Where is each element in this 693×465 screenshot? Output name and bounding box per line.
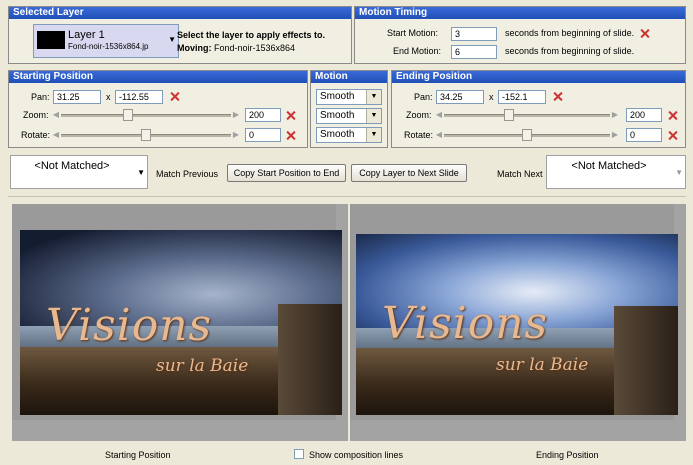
match-next-dropdown[interactable]: <Not Matched> ▼ — [546, 155, 686, 189]
ending-position-panel: Ending Position Pan: 34.25 x -152.1 Zoom… — [391, 70, 686, 148]
layer-name: Layer 1 — [68, 29, 105, 41]
start-preview-image: Visions sur la Baie — [20, 230, 342, 415]
match-previous-dropdown[interactable]: <Not Matched> ▼ — [10, 155, 148, 189]
slider-left-arrow-icon[interactable]: ◀ — [434, 129, 444, 141]
end-preview-image: Visions sur la Baie — [356, 234, 678, 415]
start-zoom-input[interactable]: 200 — [245, 108, 281, 122]
show-composition-lines-checkbox[interactable] — [294, 449, 304, 459]
moving-value: Fond-noir-1536x864 — [214, 43, 296, 53]
start-pan-separator: x — [106, 92, 111, 102]
end-rotate-label: Rotate: — [404, 130, 434, 140]
end-motion-suffix: seconds from beginning of slide. — [505, 46, 635, 56]
start-rotate-thumb[interactable] — [141, 129, 151, 141]
slider-left-arrow-icon[interactable]: ◀ — [51, 129, 61, 141]
moving-label: Moving: — [177, 43, 212, 53]
start-rotate-slider[interactable]: ◀ ▶ — [51, 129, 241, 141]
end-rotate-thumb[interactable] — [522, 129, 532, 141]
end-pan-y-input[interactable]: -152.1 — [498, 90, 546, 104]
show-composition-lines-label[interactable]: Show composition lines — [309, 450, 403, 460]
end-zoom-thumb[interactable] — [504, 109, 514, 121]
pan-motion-value: Smooth — [320, 91, 355, 102]
end-pan-label: Pan: — [414, 92, 433, 102]
reset-start-pan-icon[interactable] — [169, 91, 180, 102]
start-pan-y-input[interactable]: -112.55 — [115, 90, 163, 104]
reset-end-pan-icon[interactable] — [552, 91, 563, 102]
selected-layer-title: Selected Layer — [9, 7, 351, 19]
start-pan-label: Pan: — [31, 92, 50, 102]
start-zoom-label: Zoom: — [23, 110, 49, 120]
motion-panel: Motion Smooth ▼ Smooth ▼ Smooth ▼ — [310, 70, 388, 148]
starting-position-caption: Starting Position — [105, 450, 171, 460]
start-position-preview[interactable]: Visions sur la Baie — [12, 204, 348, 441]
slider-left-arrow-icon[interactable]: ◀ — [51, 109, 61, 121]
start-pan-x-input[interactable]: 31.25 — [53, 90, 101, 104]
selected-layer-panel: Selected Layer Layer 1 Fond-noir-1536x86… — [8, 6, 352, 64]
motion-title: Motion — [311, 71, 387, 83]
start-zoom-track — [61, 114, 231, 117]
end-zoom-track — [444, 114, 610, 117]
end-zoom-label: Zoom: — [406, 110, 432, 120]
motion-timing-title: Motion Timing — [355, 7, 685, 19]
match-next-value: <Not Matched> — [571, 160, 647, 172]
zoom-motion-value: Smooth — [320, 110, 355, 121]
chevron-down-icon[interactable]: ▼ — [366, 128, 381, 142]
start-zoom-thumb[interactable] — [123, 109, 133, 121]
end-rotate-slider[interactable]: ◀ ▶ — [434, 129, 620, 141]
slide-title-main: Visions — [46, 300, 213, 351]
slide-title-sub: sur la Baie — [156, 356, 249, 376]
fort — [613, 306, 678, 415]
reset-start-zoom-icon[interactable] — [285, 110, 296, 121]
slider-right-arrow-icon[interactable]: ▶ — [610, 129, 620, 141]
zoom-motion-select[interactable]: Smooth ▼ — [316, 108, 382, 124]
end-position-preview[interactable]: Visions sur la Baie — [350, 204, 686, 441]
slider-right-arrow-icon[interactable]: ▶ — [231, 129, 241, 141]
chevron-down-icon[interactable]: ▼ — [168, 35, 176, 44]
reset-start-rotate-icon[interactable] — [285, 130, 296, 141]
fort — [277, 304, 342, 415]
chevron-down-icon[interactable]: ▼ — [137, 168, 145, 177]
match-next-label: Match Next — [497, 169, 543, 179]
end-pan-separator: x — [489, 92, 494, 102]
end-motion-input[interactable]: 6 — [451, 45, 497, 59]
copy-layer-to-next-slide-button[interactable]: Copy Layer to Next Slide — [351, 164, 467, 182]
slider-right-arrow-icon[interactable]: ▶ — [231, 109, 241, 121]
copy-start-to-end-button[interactable]: Copy Start Position to End — [227, 164, 346, 182]
rotate-motion-select[interactable]: Smooth ▼ — [316, 127, 382, 143]
start-zoom-slider[interactable]: ◀ ▶ — [51, 109, 241, 121]
match-previous-label: Match Previous — [156, 169, 219, 179]
start-rotate-label: Rotate: — [21, 130, 51, 140]
layer-file: Fond-noir-1536x864.jp — [68, 42, 149, 51]
end-zoom-input[interactable]: 200 — [626, 108, 662, 122]
start-rotate-input[interactable]: 0 — [245, 128, 281, 142]
chevron-down-icon[interactable]: ▼ — [366, 109, 381, 123]
clear-start-motion-icon[interactable] — [639, 28, 650, 39]
motion-timing-panel: Motion Timing Start Motion: 3 seconds fr… — [354, 6, 686, 64]
end-zoom-slider[interactable]: ◀ ▶ — [434, 109, 620, 121]
end-rotate-input[interactable]: 0 — [626, 128, 662, 142]
end-motion-label: End Motion: — [393, 46, 442, 56]
starting-position-panel: Starting Position Pan: 31.25 x -112.55 Z… — [8, 70, 308, 148]
start-motion-suffix: seconds from beginning of slide. — [505, 28, 635, 38]
reset-end-rotate-icon[interactable] — [667, 130, 678, 141]
end-pan-x-input[interactable]: 34.25 — [436, 90, 484, 104]
chevron-down-icon[interactable]: ▼ — [675, 168, 683, 177]
layer-thumbnail — [37, 31, 65, 49]
match-previous-value: <Not Matched> — [34, 160, 110, 172]
slide-title-sub: sur la Baie — [496, 355, 589, 375]
ending-position-caption: Ending Position — [536, 450, 599, 460]
chevron-down-icon[interactable]: ▼ — [366, 90, 381, 104]
slider-left-arrow-icon[interactable]: ◀ — [434, 109, 444, 121]
layer-instruction: Select the layer to apply effects to. — [177, 30, 326, 40]
rotate-motion-value: Smooth — [320, 129, 355, 140]
slide-title-main: Visions — [382, 298, 549, 349]
starting-position-title: Starting Position — [9, 71, 307, 83]
layer-dropdown[interactable]: Layer 1 Fond-noir-1536x864.jp ▼ — [33, 24, 179, 58]
ending-position-title: Ending Position — [392, 71, 685, 83]
slider-right-arrow-icon[interactable]: ▶ — [610, 109, 620, 121]
reset-end-zoom-icon[interactable] — [667, 110, 678, 121]
start-motion-label: Start Motion: — [387, 28, 439, 38]
pan-motion-select[interactable]: Smooth ▼ — [316, 89, 382, 105]
start-motion-input[interactable]: 3 — [451, 27, 497, 41]
